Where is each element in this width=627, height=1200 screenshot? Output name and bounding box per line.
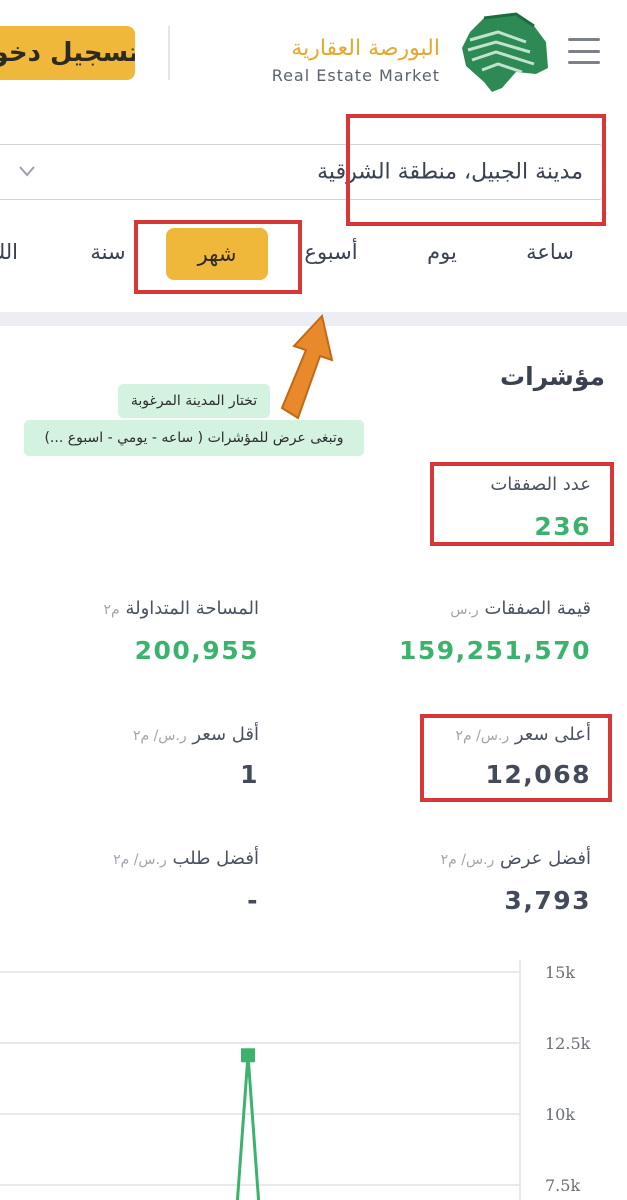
hamburger-menu-icon[interactable] bbox=[568, 38, 600, 64]
chart-y-tick-label: 7.5k bbox=[545, 1176, 580, 1195]
chart-y-tick-label: 12.5k bbox=[545, 1034, 591, 1053]
best-offer-unit: ر.س/ م٢ bbox=[440, 852, 495, 868]
traded-area-value: 200,955 bbox=[134, 636, 259, 665]
deals-value-value: 159,251,570 bbox=[398, 636, 591, 665]
lowest-price-unit: ر.س/ م٢ bbox=[132, 728, 187, 744]
header-divider bbox=[168, 26, 170, 80]
best-offer-label: أفضل عرض ر.س/ م٢ bbox=[441, 848, 591, 869]
tab-hour[interactable]: ساعة bbox=[520, 240, 580, 264]
tab-week[interactable]: أسبوع bbox=[296, 240, 366, 264]
best-bid-unit: ر.س/ م٢ bbox=[113, 852, 167, 868]
annotation-box-tab bbox=[134, 220, 302, 294]
chart-series-line bbox=[235, 1055, 261, 1200]
annotation-note-line2: وتبغى عرض للمؤشرات ( ساعه - يومي - اسبوع… bbox=[24, 420, 364, 456]
chart-y-tick-label: 15k bbox=[545, 963, 575, 982]
deals-value-unit: ر.س bbox=[450, 602, 479, 618]
traded-area-label: المساحة المتداولة م٢ bbox=[104, 598, 259, 619]
logo-icon bbox=[462, 12, 548, 92]
traded-area-unit: م٢ bbox=[103, 602, 120, 618]
deals-value-label-text: قيمة الصفقات bbox=[484, 598, 591, 619]
lowest-price-label: أقل سعر ر.س/ م٢ bbox=[133, 724, 259, 745]
annotation-box-highest-price bbox=[420, 714, 612, 802]
indicators-title: مؤشرات bbox=[500, 362, 605, 391]
best-offer-label-text: أفضل عرض bbox=[499, 848, 591, 869]
tab-day[interactable]: يوم bbox=[412, 240, 472, 264]
annotation-box-deals bbox=[430, 462, 614, 546]
annotation-arrow-icon bbox=[280, 313, 334, 420]
chart-data-point[interactable] bbox=[241, 1048, 255, 1063]
tab-year[interactable]: سنة bbox=[80, 240, 136, 264]
chevron-down-icon[interactable] bbox=[18, 162, 36, 180]
best-offer-value: 3,793 bbox=[504, 886, 591, 915]
annotation-box-city bbox=[346, 114, 606, 226]
best-bid-label-text: أفضل طلب bbox=[172, 848, 259, 869]
best-bid-label: أفضل طلب ر.س/ م٢ bbox=[113, 848, 259, 869]
best-bid-value: - bbox=[247, 886, 259, 915]
annotation-note-line1: تختار المدينة المرغوبة bbox=[118, 384, 270, 418]
chart-y-tick-label: 10k bbox=[545, 1105, 575, 1124]
lowest-price-label-text: أقل سعر bbox=[192, 724, 259, 745]
deals-value-label: قيمة الصفقات ر.س bbox=[450, 598, 591, 619]
tab-all[interactable]: الك bbox=[0, 240, 18, 264]
login-button[interactable]: تسجيل دخول bbox=[0, 26, 135, 80]
logo-arabic-text: البورصة العقارية bbox=[291, 36, 440, 61]
lowest-price-value: 1 bbox=[240, 760, 259, 789]
price-chart: 15k 12.5k 10k 7.5k bbox=[0, 960, 591, 1200]
logo-english-text: Real Estate Market bbox=[271, 66, 440, 85]
traded-area-label-text: المساحة المتداولة bbox=[125, 598, 259, 619]
